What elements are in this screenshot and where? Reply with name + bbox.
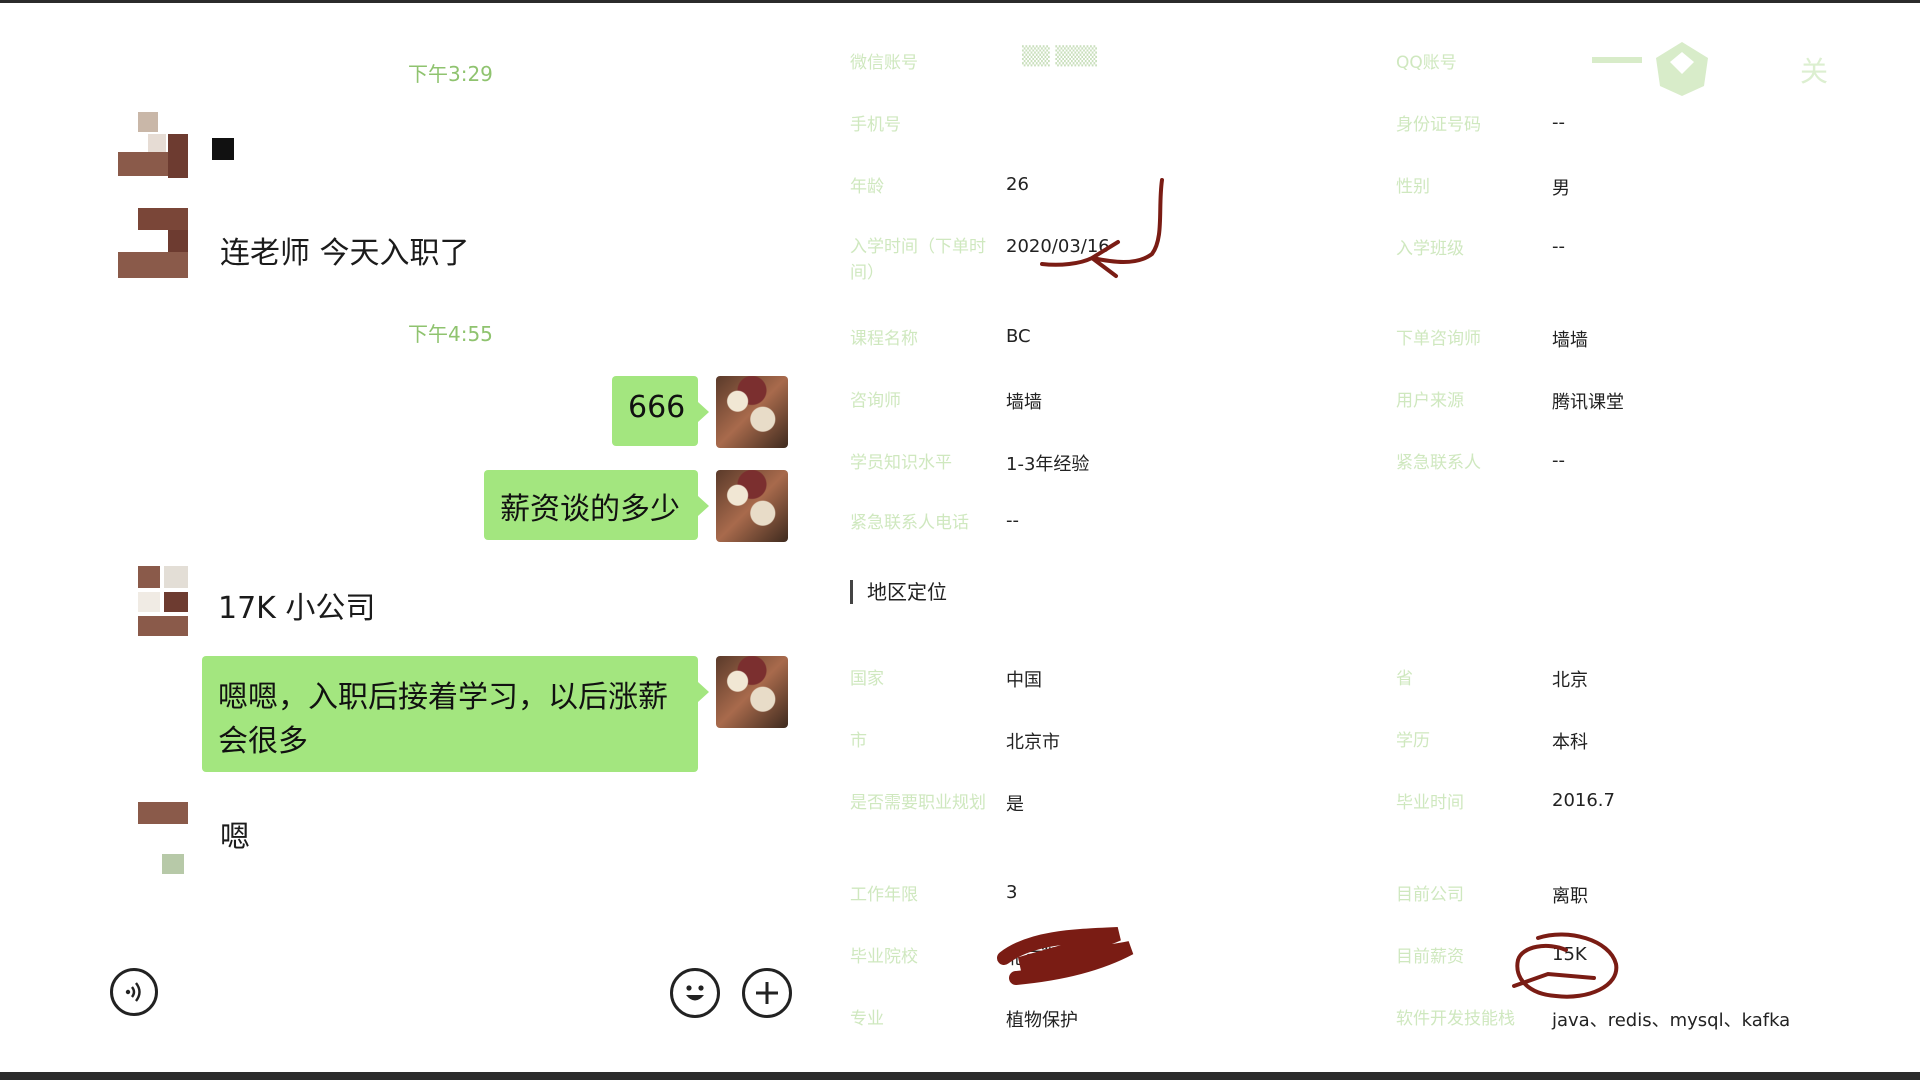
add-button[interactable] <box>742 968 792 1018</box>
field-label: 专业 <box>850 1009 884 1029</box>
field-value: 墙墙 <box>1552 330 1588 351</box>
circle-annotation <box>1512 932 1619 999</box>
field-value: 北京 <box>1552 670 1588 691</box>
outgoing-message: 嗯嗯，入职后接着学习，以后涨薪会很多 <box>202 656 709 772</box>
field-value: 1-3年经验 <box>1006 454 1090 475</box>
field-value: -- <box>1552 112 1565 133</box>
field-value: 腾讯课堂 <box>1552 392 1624 413</box>
message-text: 嗯嗯，入职后接着学习，以后涨薪会很多 <box>218 680 668 759</box>
field-label: 身份证号码 <box>1396 115 1481 135</box>
field-label: 国家 <box>850 669 884 689</box>
redaction-scribble <box>997 927 1134 985</box>
emoji-icon <box>686 985 704 1001</box>
arrow-annotation <box>1040 178 1164 278</box>
contact-avatar[interactable] <box>118 208 188 278</box>
field-label: 学员知识水平 <box>850 453 952 473</box>
field-value: -- <box>1552 450 1565 471</box>
my-avatar[interactable] <box>716 656 788 728</box>
voice-button[interactable] <box>110 968 158 1016</box>
incoming-message: 17K 小公司 <box>218 591 376 626</box>
field-label: 课程名称 <box>850 329 918 349</box>
voice-icon <box>125 982 141 1002</box>
field-label: 毕业院校 <box>850 947 918 967</box>
field-label: 省 <box>1396 669 1413 689</box>
field-value: 本科 <box>1552 732 1588 753</box>
field-label: 入学时间（下单时间） <box>850 237 986 283</box>
student-profile-panel: 微信账号 ▒▒ ▒▒▒ 手机号 年龄 26 入学时间（下单时间） 2020/03… <box>840 0 1920 1080</box>
message-text: 薪资谈的多少 <box>500 492 680 527</box>
incoming-message: 嗯 <box>220 820 250 855</box>
field-value: 北京市 <box>1006 732 1060 753</box>
field-value: 26 <box>1006 174 1029 195</box>
field-label: 年龄 <box>850 177 884 197</box>
contact-avatar[interactable] <box>138 802 188 874</box>
message-text: 666 <box>628 390 686 425</box>
field-value: 墙墙 <box>1006 392 1042 413</box>
my-avatar[interactable] <box>716 470 788 542</box>
field-value-masked: ▒▒ ▒▒▒ <box>1022 46 1097 67</box>
field-label: 市 <box>850 731 867 751</box>
field-value: 男 <box>1552 178 1570 199</box>
field-label: 毕业时间 <box>1396 793 1464 813</box>
outgoing-message: 666 <box>612 376 709 446</box>
field-value: 是 <box>1006 794 1024 815</box>
field-label: 紧急联系人 <box>1396 453 1481 473</box>
plus-icon <box>756 982 778 1004</box>
field-value: 植物保护 <box>1006 1010 1078 1031</box>
contact-avatar[interactable] <box>138 566 188 636</box>
my-avatar[interactable] <box>716 376 788 448</box>
image-message-thumbnail[interactable] <box>212 138 234 160</box>
outgoing-message: 薪资谈的多少 <box>484 470 709 540</box>
chat-panel: 下午3:29 连老师 今天入职了 下午4:55 666 薪资谈的多少 17K 小… <box>0 0 820 1080</box>
field-label: QQ账号 <box>1396 53 1457 73</box>
field-label: 下单咨询师 <box>1396 329 1481 349</box>
field-label: 性别 <box>1396 177 1430 197</box>
field-label: 咨询师 <box>850 391 901 411</box>
emoji-button[interactable] <box>670 968 720 1018</box>
section-title-region: 地区定位 <box>850 580 947 604</box>
timestamp: 下午4:55 <box>408 322 493 346</box>
field-label: 手机号 <box>850 115 901 135</box>
field-value: 中国 <box>1006 670 1042 691</box>
field-label: 工作年限 <box>850 885 918 905</box>
field-label: 学历 <box>1396 731 1430 751</box>
field-value: 3 <box>1006 882 1018 903</box>
field-label: 用户来源 <box>1396 391 1464 411</box>
field-value: 离职 <box>1552 886 1588 907</box>
timestamp: 下午3:29 <box>408 62 493 86</box>
top-right-label[interactable]: 关 <box>1800 50 1828 90</box>
field-label: 微信账号 <box>850 53 918 73</box>
field-label: 入学班级 <box>1396 239 1464 259</box>
field-value: BC <box>1006 326 1031 347</box>
field-value: -- <box>1006 510 1019 531</box>
field-value: 2016.7 <box>1552 790 1615 811</box>
field-value: -- <box>1552 236 1565 257</box>
incoming-message: 连老师 今天入职了 <box>220 236 470 271</box>
field-label: 是否需要职业规划 <box>850 793 986 813</box>
field-label: 软件开发技能栈 <box>1396 1009 1515 1029</box>
field-label: 紧急联系人电话 <box>850 513 969 533</box>
field-value: java、redis、mysql、kafka <box>1552 1010 1791 1031</box>
contact-avatar[interactable] <box>118 112 188 182</box>
field-label: 目前公司 <box>1396 885 1464 905</box>
